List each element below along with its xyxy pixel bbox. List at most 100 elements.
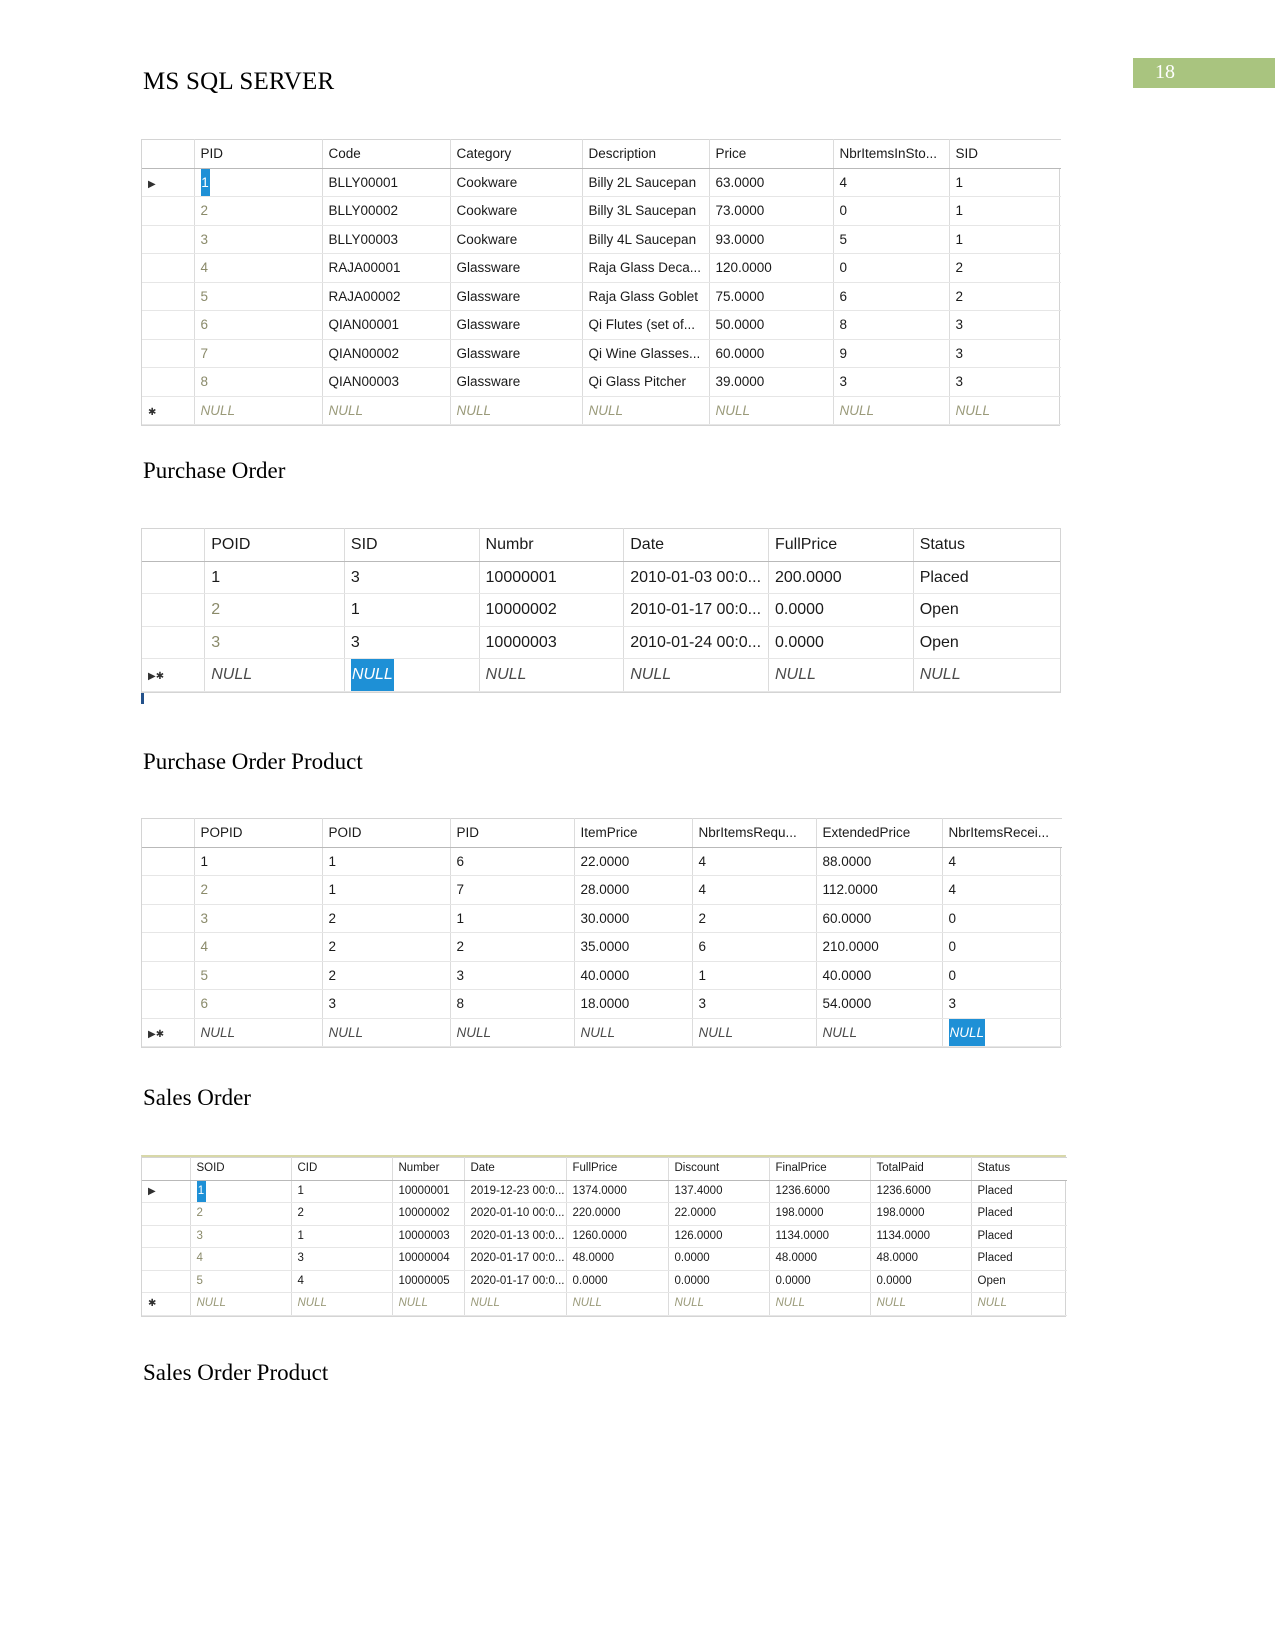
table-cell[interactable]: 0.0000	[768, 593, 914, 627]
table-cell[interactable]: 3	[692, 989, 817, 1019]
table-row[interactable]: ▶✱ NULL NULL NULL NULL NULL NULL	[142, 658, 1060, 692]
column-header-fullprice[interactable]: FullPrice	[768, 528, 914, 562]
table-row[interactable]: ✱ NULL NULL NULL NULL NULL NULL NULL NULL NULL	[142, 1292, 1067, 1316]
row-selector-cell[interactable]	[142, 1270, 191, 1293]
table-cell[interactable]: 1134.0000	[769, 1225, 871, 1248]
row-selector-cell[interactable]	[142, 339, 195, 368]
table-cell[interactable]: 8	[450, 989, 575, 1019]
table-cell[interactable]: 2	[194, 875, 323, 905]
table-cell[interactable]: 3	[344, 626, 480, 659]
table-cell[interactable]: 112.0000	[816, 875, 943, 905]
column-header-status[interactable]: Status	[913, 528, 1060, 562]
table-cell[interactable]: NULL	[291, 1292, 393, 1316]
table-row[interactable]: ▶ 1 1 10000001 2019-12-23 00:0... 1374.0000 13…	[142, 1180, 1067, 1203]
table-cell[interactable]: NULL	[913, 658, 1060, 692]
table-cell[interactable]: 2019-12-23 00:0...	[464, 1180, 567, 1203]
table-cell[interactable]: NULL	[709, 396, 834, 425]
table-cell[interactable]: 7	[450, 875, 575, 905]
table-cell[interactable]: 1236.6000	[769, 1180, 871, 1203]
table-cell[interactable]: 2	[450, 932, 575, 962]
table-cell[interactable]: 6	[450, 847, 575, 876]
row-selector-cell[interactable]	[142, 310, 195, 340]
table-cell[interactable]: 4	[194, 253, 323, 283]
table-cell[interactable]: NULL	[833, 396, 950, 425]
table-cell[interactable]: Placed	[971, 1247, 1067, 1271]
table-cell[interactable]: 5	[833, 225, 950, 254]
table-cell[interactable]: 0.0000	[768, 626, 914, 659]
table-cell[interactable]: BLLY00003	[322, 225, 451, 254]
table-cell[interactable]: 1	[344, 593, 480, 627]
table-cell[interactable]: NULL	[464, 1292, 567, 1316]
row-selector-cell[interactable]	[142, 626, 206, 659]
table-cell[interactable]: NULL	[344, 658, 480, 692]
row-selector-cell[interactable]	[142, 593, 206, 627]
table-cell[interactable]: 60.0000	[709, 339, 834, 368]
table-cell[interactable]: 2010-01-17 00:0...	[623, 593, 769, 627]
table-cell[interactable]: 5	[190, 1270, 292, 1293]
table-cell[interactable]: 2	[204, 593, 345, 627]
table-cell[interactable]: 3	[949, 310, 1061, 340]
table-cell[interactable]: Cookware	[450, 196, 583, 226]
table-cell[interactable]: 5	[194, 961, 323, 990]
column-header-soid[interactable]: SOID	[190, 1157, 292, 1181]
table-cell[interactable]: 6	[194, 310, 323, 340]
table-cell[interactable]: 1	[692, 961, 817, 990]
table-cell[interactable]: QIAN00003	[322, 367, 451, 397]
table-cell[interactable]: 198.0000	[769, 1202, 871, 1226]
table-cell[interactable]: 198.0000	[870, 1202, 972, 1226]
column-header-numbr[interactable]: Numbr	[479, 528, 625, 562]
table-cell[interactable]: NULL	[194, 1018, 323, 1047]
column-header-totalpaid[interactable]: TotalPaid	[870, 1157, 972, 1181]
column-header-discount[interactable]: Discount	[668, 1157, 770, 1181]
table-cell[interactable]: 3	[344, 561, 480, 594]
table-cell[interactable]: 1	[322, 875, 451, 905]
table-row[interactable]: 2 1 7 28.0000 4 112.0000 4	[142, 875, 1062, 905]
column-header-sid[interactable]: SID	[344, 528, 480, 562]
table-cell[interactable]: Qi Wine Glasses...	[582, 339, 710, 368]
table-row[interactable]: 3 1 10000003 2020-01-13 00:0... 1260.0000 126…	[142, 1225, 1067, 1248]
table-cell[interactable]: NULL	[769, 1292, 871, 1316]
table-cell[interactable]: NULL	[942, 1018, 1062, 1047]
table-cell[interactable]: Raja Glass Deca...	[582, 253, 710, 283]
table-cell[interactable]: NULL	[322, 1018, 451, 1047]
table-cell[interactable]: Billy 4L Saucepan	[582, 225, 710, 254]
table-cell[interactable]: 0	[833, 253, 950, 283]
table-cell[interactable]: Placed	[913, 561, 1060, 594]
table-cell[interactable]: 10000003	[479, 626, 625, 659]
table-cell[interactable]: Placed	[971, 1225, 1067, 1248]
table-cell[interactable]: 1	[291, 1180, 393, 1203]
table-cell[interactable]: 40.0000	[816, 961, 943, 990]
table-cell[interactable]: 10000004	[392, 1247, 465, 1271]
table-cell[interactable]: Cookware	[450, 225, 583, 254]
table-cell[interactable]: 1	[949, 225, 1061, 254]
table-cell[interactable]: RAJA00001	[322, 253, 451, 283]
table-cell[interactable]: 0	[942, 904, 1062, 933]
table-cell[interactable]: NULL	[574, 1018, 693, 1047]
table-cell[interactable]: 30.0000	[574, 904, 693, 933]
table-cell[interactable]: NULL	[816, 1018, 943, 1047]
table-cell[interactable]: 1134.0000	[870, 1225, 972, 1248]
table-cell[interactable]: 10000005	[392, 1270, 465, 1293]
table-cell[interactable]: 60.0000	[816, 904, 943, 933]
table-cell[interactable]: 1	[204, 561, 345, 594]
table-row[interactable]: 3 BLLY00003 Cookware Billy 4L Saucepan 93.00…	[142, 225, 1061, 254]
table-cell[interactable]: Glassware	[450, 282, 583, 311]
table-cell[interactable]: QIAN00001	[322, 310, 451, 340]
table-row[interactable]: 1 3 10000001 2010-01-03 00:0... 200.0000 Plac…	[142, 561, 1060, 594]
table-row[interactable]: 8 QIAN00003 Glassware Qi Glass Pitcher 39.00…	[142, 367, 1061, 397]
table-cell[interactable]: Open	[913, 626, 1060, 659]
table-cell[interactable]: 210.0000	[816, 932, 943, 962]
table-cell[interactable]: 126.0000	[668, 1225, 770, 1248]
table-cell[interactable]: 3	[942, 989, 1062, 1019]
table-cell[interactable]: 18.0000	[574, 989, 693, 1019]
column-header-code[interactable]: Code	[322, 139, 451, 169]
table-cell[interactable]: 4	[692, 847, 817, 876]
table-row[interactable]: 4 RAJA00001 Glassware Raja Glass Deca... 120…	[142, 253, 1061, 283]
row-selector-cell[interactable]	[142, 1247, 191, 1271]
table-cell[interactable]: 8	[833, 310, 950, 340]
table-cell[interactable]: 2	[949, 282, 1061, 311]
column-header-description[interactable]: Description	[582, 139, 710, 169]
table-cell[interactable]: 4	[942, 847, 1062, 876]
column-header-nbritemsreceived[interactable]: NbrItemsRecei...	[942, 818, 1062, 848]
table-row[interactable]: 3 2 1 30.0000 2 60.0000 0	[142, 904, 1062, 933]
